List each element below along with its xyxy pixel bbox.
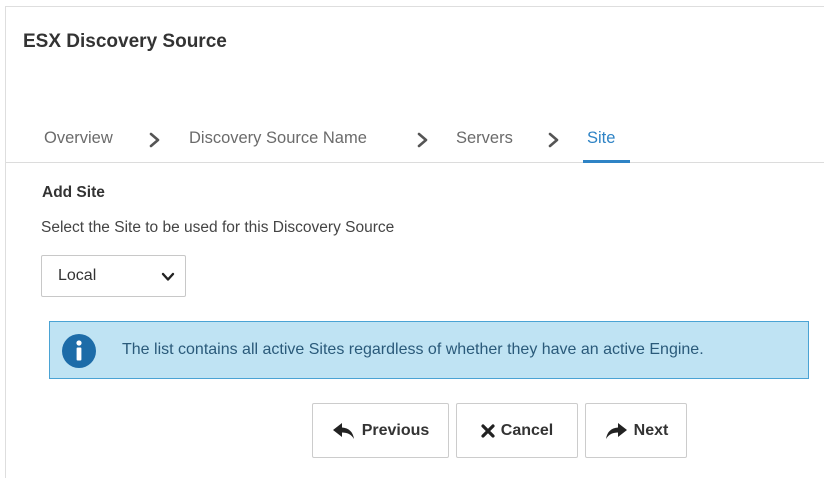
info-banner: The list contains all active Sites regar… xyxy=(49,321,809,379)
step-servers[interactable]: Servers xyxy=(456,129,513,148)
step-discovery-source-name[interactable]: Discovery Source Name xyxy=(189,129,367,148)
chevron-down-icon xyxy=(161,272,175,281)
x-icon xyxy=(481,423,495,438)
info-icon xyxy=(62,334,96,368)
wizard-steps: Overview Discovery Source Name Servers S… xyxy=(6,124,824,163)
page-title: ESX Discovery Source xyxy=(23,31,227,52)
add-site-heading: Add Site xyxy=(42,184,105,201)
chevron-right-icon xyxy=(149,132,160,148)
site-select-value: Local xyxy=(58,267,97,284)
cancel-button[interactable]: Cancel xyxy=(456,403,578,458)
active-step-indicator xyxy=(583,160,630,163)
reply-arrow-icon xyxy=(332,422,354,439)
chevron-right-icon xyxy=(548,132,559,148)
previous-button[interactable]: Previous xyxy=(312,403,449,458)
forward-arrow-icon xyxy=(605,422,627,439)
info-banner-text: The list contains all active Sites regar… xyxy=(122,341,704,358)
chevron-right-icon xyxy=(417,132,428,148)
previous-button-label: Previous xyxy=(361,421,430,439)
next-button[interactable]: Next xyxy=(585,403,687,458)
site-select[interactable]: Local xyxy=(41,255,186,297)
step-overview[interactable]: Overview xyxy=(44,129,113,148)
site-description: Select the Site to be used for this Disc… xyxy=(41,219,395,236)
next-button-label: Next xyxy=(633,421,669,439)
cancel-button-label: Cancel xyxy=(500,421,554,439)
step-site[interactable]: Site xyxy=(587,129,615,148)
